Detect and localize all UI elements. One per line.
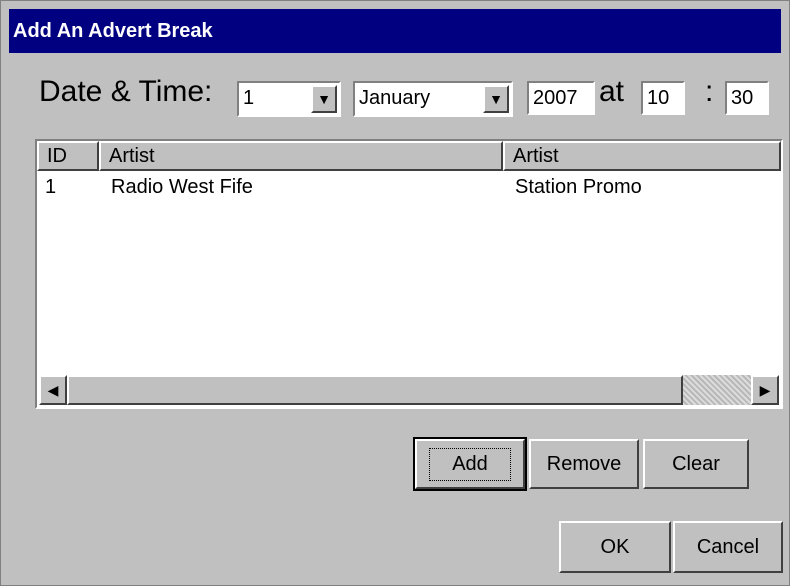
row-title: Station Promo <box>515 176 642 198</box>
advert-list[interactable]: ID Artist Artist 1 Radio West Fife Stati… <box>35 139 783 409</box>
row-artist: Radio West Fife <box>111 176 253 198</box>
remove-button[interactable]: Remove <box>529 439 639 489</box>
column-header-id[interactable]: ID <box>37 141 99 171</box>
hour-input[interactable]: 10 <box>641 81 685 115</box>
clear-button-label: Clear <box>672 452 720 475</box>
clear-button[interactable]: Clear <box>643 439 749 489</box>
table-row[interactable]: 1 Radio West Fife Station Promo <box>37 175 781 201</box>
dialog-title: Add An Advert Break <box>9 9 781 53</box>
day-value: 1 <box>243 87 255 109</box>
hour-value: 10 <box>647 87 670 109</box>
chevron-down-icon[interactable]: ▼ <box>483 85 509 113</box>
time-colon: : <box>705 75 714 108</box>
minute-input[interactable]: 30 <box>725 81 769 115</box>
column-header-artist-2[interactable]: Artist <box>503 141 781 171</box>
remove-button-label: Remove <box>546 452 622 475</box>
horizontal-scrollbar[interactable]: ◀ ▶ <box>39 375 779 405</box>
ok-button-label: OK <box>600 535 630 558</box>
minute-value: 30 <box>731 87 754 109</box>
arrow-left-icon[interactable]: ◀ <box>39 375 67 405</box>
column-header-artist[interactable]: Artist <box>99 141 503 171</box>
date-time-label: Date & Time: <box>39 75 213 108</box>
chevron-down-icon[interactable]: ▼ <box>311 85 337 113</box>
scroll-track[interactable] <box>683 375 751 405</box>
add-advert-break-dialog: Add An Advert Break Date & Time: 1 ▼ Jan… <box>0 0 790 586</box>
scroll-thumb[interactable] <box>67 375 683 405</box>
add-button-label: Add <box>429 447 511 481</box>
row-id: 1 <box>45 176 57 198</box>
add-button[interactable]: Add <box>413 437 527 491</box>
day-select[interactable]: 1 ▼ <box>237 81 341 117</box>
month-value: January <box>359 87 431 109</box>
cancel-button[interactable]: Cancel <box>673 521 783 573</box>
at-label: at <box>599 75 625 108</box>
arrow-right-icon[interactable]: ▶ <box>751 375 779 405</box>
ok-button[interactable]: OK <box>559 521 671 573</box>
cancel-button-label: Cancel <box>696 535 760 558</box>
month-select[interactable]: January ▼ <box>353 81 513 117</box>
year-value: 2007 <box>533 87 578 109</box>
year-input[interactable]: 2007 <box>527 81 595 115</box>
